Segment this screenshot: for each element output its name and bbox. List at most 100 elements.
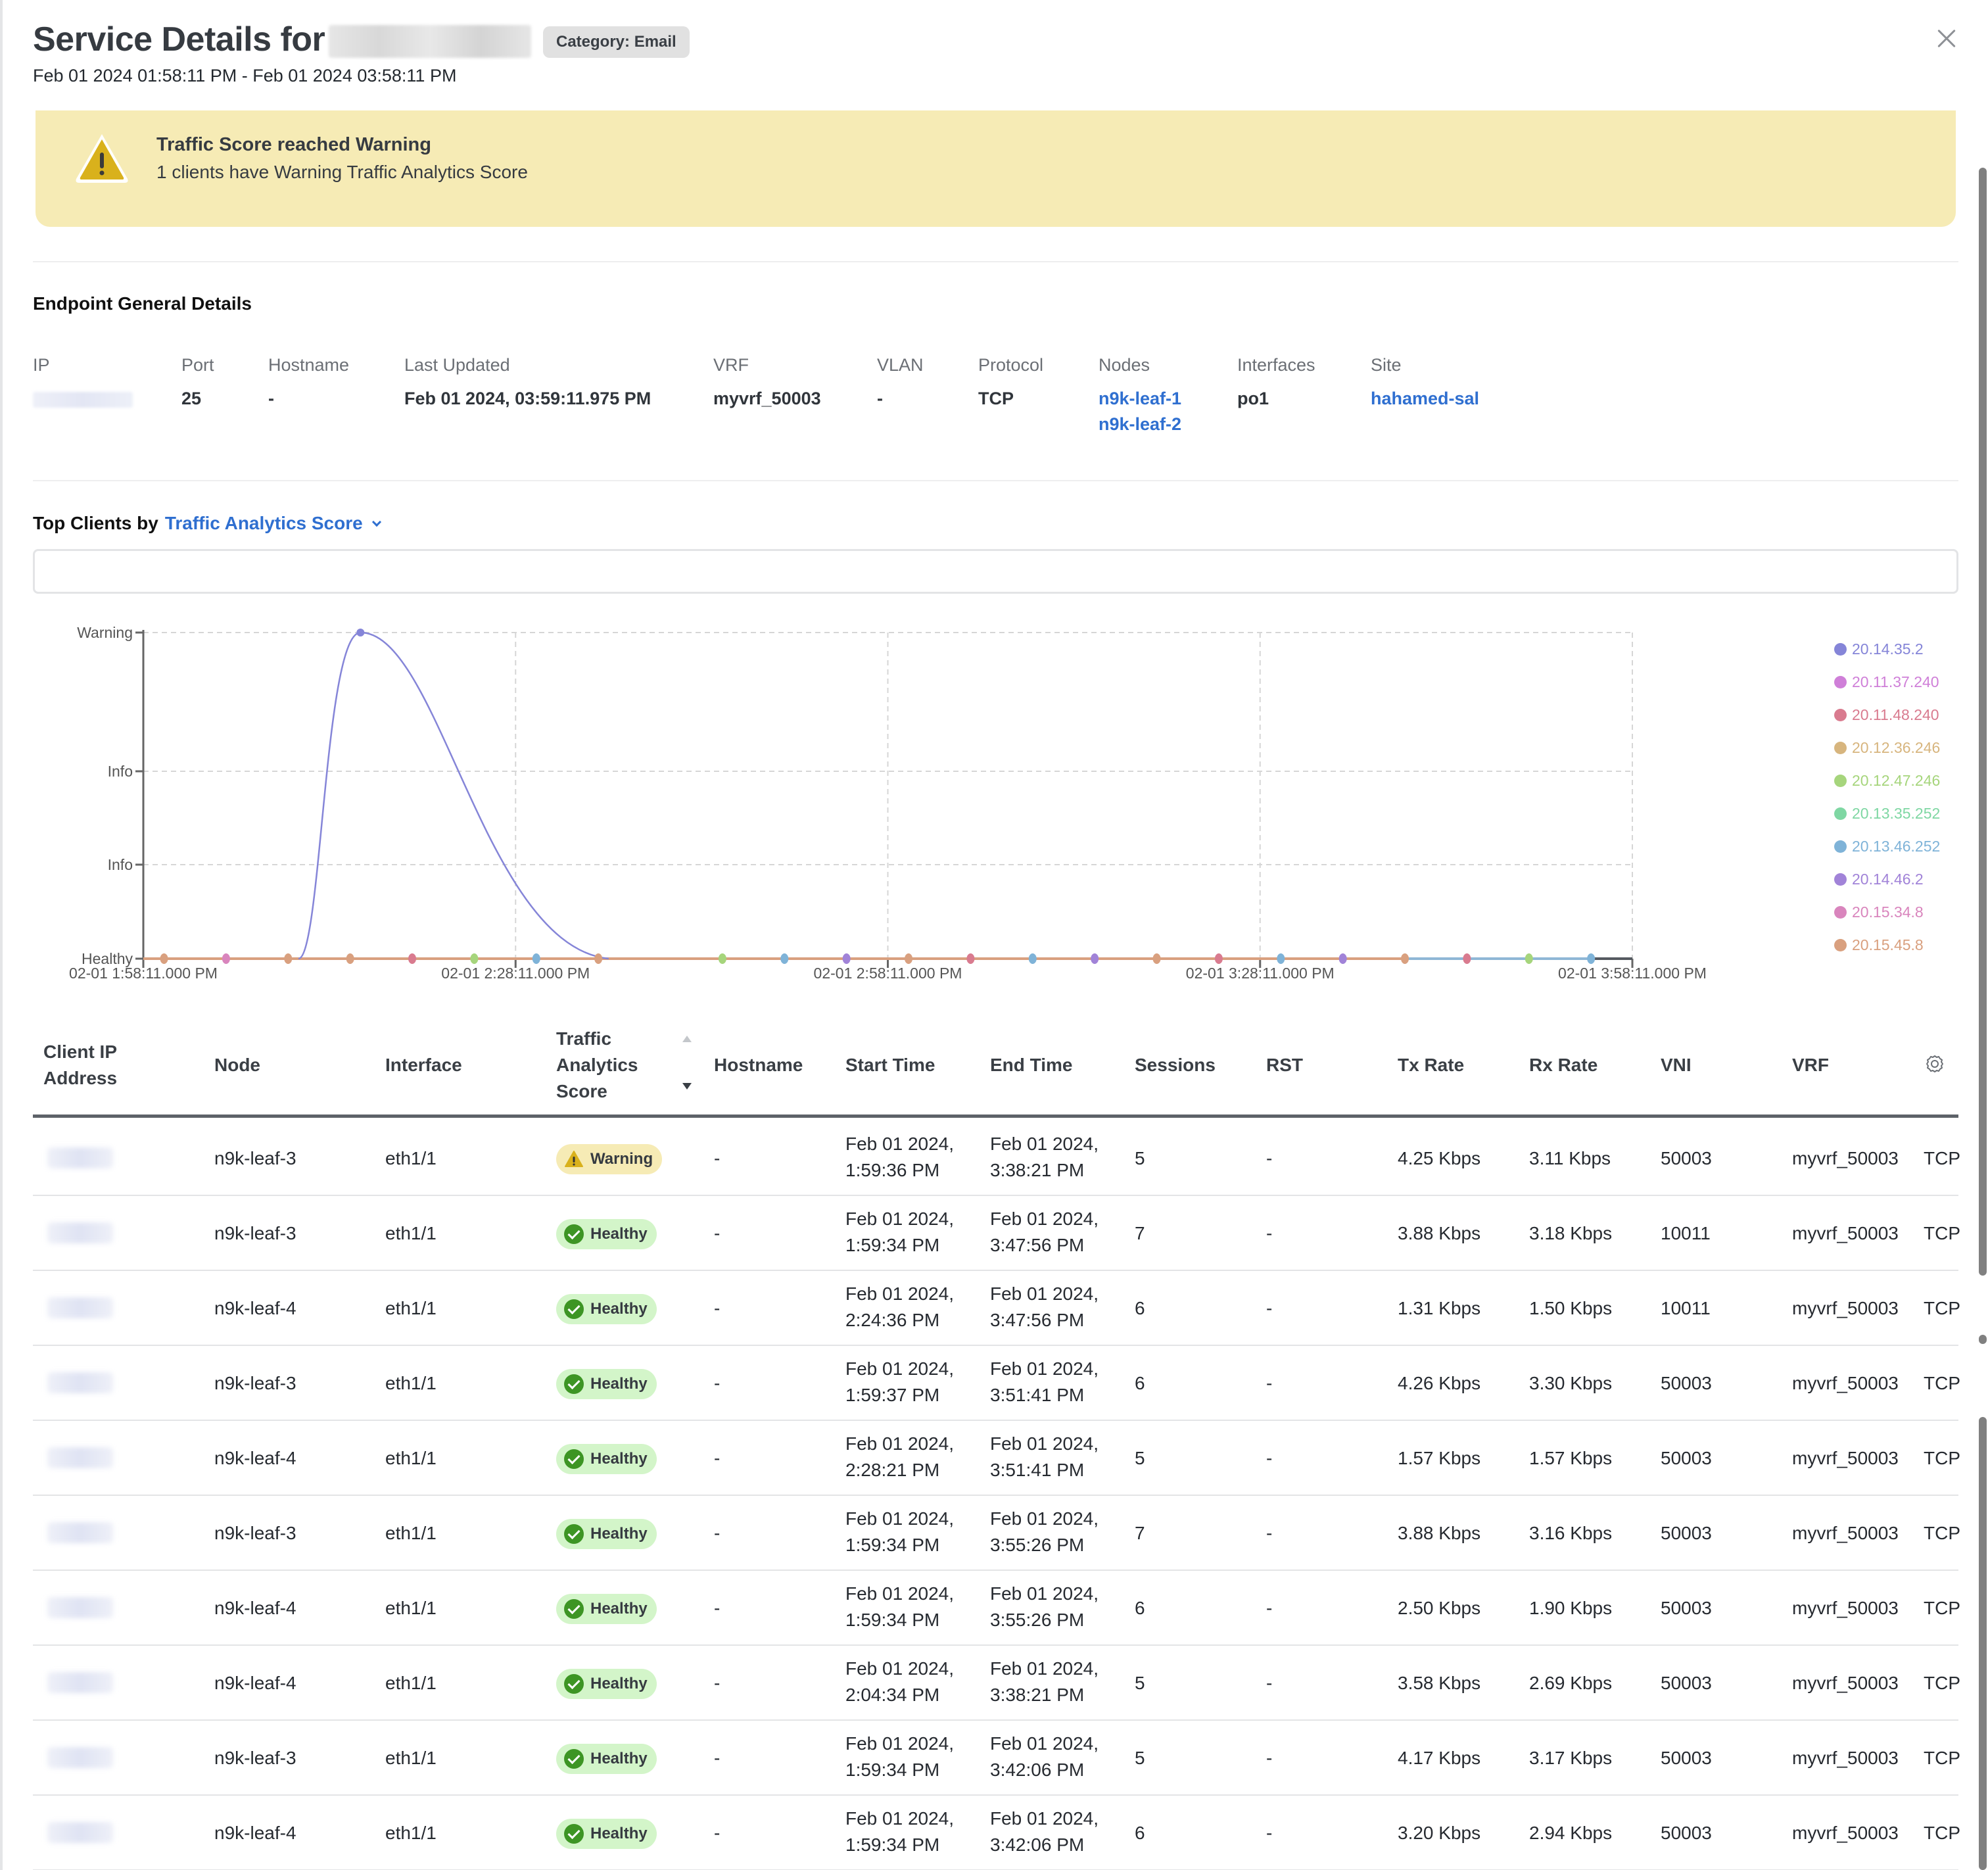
legend-item[interactable]: 20.11.48.240 [1834, 698, 1940, 731]
ep-label-ip: IP [33, 355, 50, 375]
node-link-n9k-leaf-2[interactable]: n9k-leaf-2 [1099, 414, 1181, 435]
cell-end-clock: 3:38:21 PM [990, 1685, 1085, 1705]
cell-rst: - [1266, 1598, 1273, 1618]
table-row[interactable]: n9k-leaf-4 eth1/1 - 5 - 3.58 Kbps 2.69 Kbps 500… [33, 1646, 1960, 1721]
col-header-rx-rate[interactable]: Rx Rate [1529, 1052, 1598, 1078]
col-header-start-time[interactable]: Start Time [845, 1052, 935, 1078]
cell-end-time: Feb 01 2024, 3:42:06 PM [990, 1731, 1099, 1783]
legend-item[interactable]: 20.11.37.240 [1834, 665, 1940, 698]
series-point-healthy [346, 953, 354, 964]
cell-node: n9k-leaf-3 [214, 1148, 296, 1168]
legend-dot [1834, 642, 1847, 656]
cell-start-time: Feb 01 2024, 1:59:34 PM [845, 1506, 954, 1558]
col-header-client-ip[interactable]: Client IP Address [43, 1039, 117, 1091]
score-badge-healthy: Healthy [556, 1294, 657, 1324]
series-point-healthy [1277, 953, 1285, 964]
filter-input[interactable] [33, 549, 1958, 594]
gear-icon[interactable] [1925, 1054, 1945, 1074]
close-icon[interactable] [1937, 29, 1956, 49]
table-scrollbar-thumb[interactable] [1979, 1417, 1987, 1870]
sort-icon[interactable] [681, 1036, 693, 1095]
legend-dot [1834, 708, 1847, 721]
cell-vni: 50003 [1661, 1448, 1712, 1468]
warning-triangle-icon [565, 1151, 583, 1167]
legend-item[interactable]: 20.15.45.8 [1834, 928, 1940, 961]
legend-item[interactable]: 20.13.46.252 [1834, 830, 1940, 863]
client-ip-redacted[interactable] [39, 1346, 131, 1421]
cell-start-clock: 2:24:36 PM [845, 1310, 940, 1330]
col-header-sessions[interactable]: Sessions [1135, 1052, 1216, 1078]
col-header-end-time[interactable]: End Time [990, 1052, 1073, 1078]
cell-start-time: Feb 01 2024, 2:04:34 PM [845, 1656, 954, 1708]
x-tick-label: 02-01 2:58:11.000 PM [814, 965, 962, 982]
cell-start-clock: 2:04:34 PM [845, 1685, 940, 1705]
col-header-vrf[interactable]: VRF [1792, 1052, 1829, 1078]
table-row[interactable]: n9k-leaf-4 eth1/1 - 6 - 2.50 Kbps 1.90 Kbps 500… [33, 1571, 1960, 1646]
legend-label: 20.11.48.240 [1852, 706, 1939, 723]
node-link-n9k-leaf-1[interactable]: n9k-leaf-1 [1099, 389, 1181, 409]
warning-triangle-icon [76, 134, 128, 183]
scrollbar-thumb-small[interactable] [1979, 1335, 1987, 1344]
cell-interface: eth1/1 [385, 1523, 437, 1543]
client-ip-redacted[interactable] [39, 1796, 131, 1870]
legend-item[interactable]: 20.13.35.252 [1834, 797, 1940, 830]
metric-dropdown[interactable]: Traffic Analytics Score [165, 513, 363, 533]
client-ip-redacted[interactable] [39, 1496, 131, 1571]
table-row[interactable]: n9k-leaf-3 eth1/1 - 5 - 4.17 Kbps 3.17 Kbps 500… [33, 1721, 1960, 1796]
table-row[interactable]: n9k-leaf-3 eth1/1 - 7 - 3.88 Kbps 3.18 Kbps 100… [33, 1196, 1960, 1271]
table-row[interactable]: n9k-leaf-4 eth1/1 - 5 - 1.57 Kbps 1.57 Kbps 500… [33, 1421, 1960, 1496]
cell-interface: eth1/1 [385, 1373, 437, 1393]
legend-item[interactable]: 20.14.46.2 [1834, 863, 1940, 896]
cell-rx: 3.11 Kbps [1529, 1148, 1611, 1168]
client-ip-redacted[interactable] [39, 1571, 131, 1646]
col-header-vni[interactable]: VNI [1661, 1052, 1692, 1078]
score-label: Healthy [590, 1450, 648, 1468]
ep-label-protocol: Protocol [978, 355, 1044, 375]
legend-item[interactable]: 20.14.35.2 [1834, 633, 1940, 665]
endpoint-section-title: Endpoint General Details [33, 293, 252, 314]
client-ip-redacted[interactable] [39, 1196, 131, 1271]
cell-end-date: Feb 01 2024, [990, 1358, 1099, 1379]
cell-protocol: TCP [1924, 1298, 1960, 1318]
client-ip-redacted[interactable] [39, 1421, 131, 1496]
site-link[interactable]: hahamed-sal [1371, 389, 1479, 409]
cell-rst: - [1266, 1823, 1273, 1843]
legend-item[interactable]: 20.15.34.8 [1834, 896, 1940, 928]
series-point-healthy [718, 953, 726, 964]
legend-label: 20.14.35.2 [1852, 640, 1924, 658]
col-header-interface[interactable]: Interface [385, 1052, 462, 1078]
client-ip-redacted[interactable] [39, 1646, 131, 1721]
cell-tx: 3.58 Kbps [1398, 1673, 1481, 1693]
sort-desc-icon [682, 1083, 692, 1090]
col-header-rst[interactable]: RST [1266, 1052, 1303, 1078]
check-circle-icon [564, 1299, 584, 1319]
legend-item[interactable]: 20.12.47.246 [1834, 764, 1940, 797]
banner-message: 1 clients have Warning Traffic Analytics… [156, 162, 528, 182]
chevron-down-icon[interactable] [371, 517, 381, 527]
cell-node: n9k-leaf-4 [214, 1823, 296, 1843]
col-header-node[interactable]: Node [214, 1052, 260, 1078]
table-row[interactable]: n9k-leaf-3 eth1/1 - 5 - 4.25 Kbps 3.11 Kbps 500… [33, 1121, 1960, 1196]
cell-rx: 1.57 Kbps [1529, 1448, 1613, 1468]
client-ip-redacted[interactable] [39, 1121, 131, 1196]
table-row[interactable]: n9k-leaf-4 eth1/1 - 6 - 3.20 Kbps 2.94 Kbps 500… [33, 1796, 1960, 1870]
x-tick-label: 02-01 1:58:11.000 PM [69, 965, 218, 982]
cell-end-date: Feb 01 2024, [990, 1658, 1099, 1679]
cell-rst: - [1266, 1223, 1273, 1243]
legend-item[interactable]: 20.12.36.246 [1834, 731, 1940, 764]
col-header-hostname[interactable]: Hostname [714, 1052, 803, 1078]
col-header-score[interactable]: Traffic Analytics Score [556, 1026, 638, 1105]
table-row[interactable]: n9k-leaf-4 eth1/1 - 6 - 1.31 Kbps 1.50 Kbps 100… [33, 1271, 1960, 1346]
date-range: Feb 01 2024 01:58:11 PM - Feb 01 2024 03… [33, 66, 457, 85]
cell-end-time: Feb 01 2024, 3:51:41 PM [990, 1356, 1099, 1408]
table-row[interactable]: n9k-leaf-3 eth1/1 - 6 - 4.26 Kbps 3.30 Kbps 500… [33, 1346, 1960, 1421]
col-header-tx-rate[interactable]: Tx Rate [1398, 1052, 1464, 1078]
table-row[interactable]: n9k-leaf-3 eth1/1 - 7 - 3.88 Kbps 3.16 Kbps 500… [33, 1496, 1960, 1571]
scrollbar-thumb[interactable] [1979, 168, 1987, 1276]
series-point-healthy [222, 953, 230, 964]
series-point-healthy [966, 953, 975, 964]
client-ip-redacted[interactable] [39, 1721, 131, 1796]
client-ip-redacted[interactable] [39, 1271, 131, 1346]
ep-value-interfaces: po1 [1237, 389, 1269, 408]
cell-node: n9k-leaf-4 [214, 1598, 296, 1618]
